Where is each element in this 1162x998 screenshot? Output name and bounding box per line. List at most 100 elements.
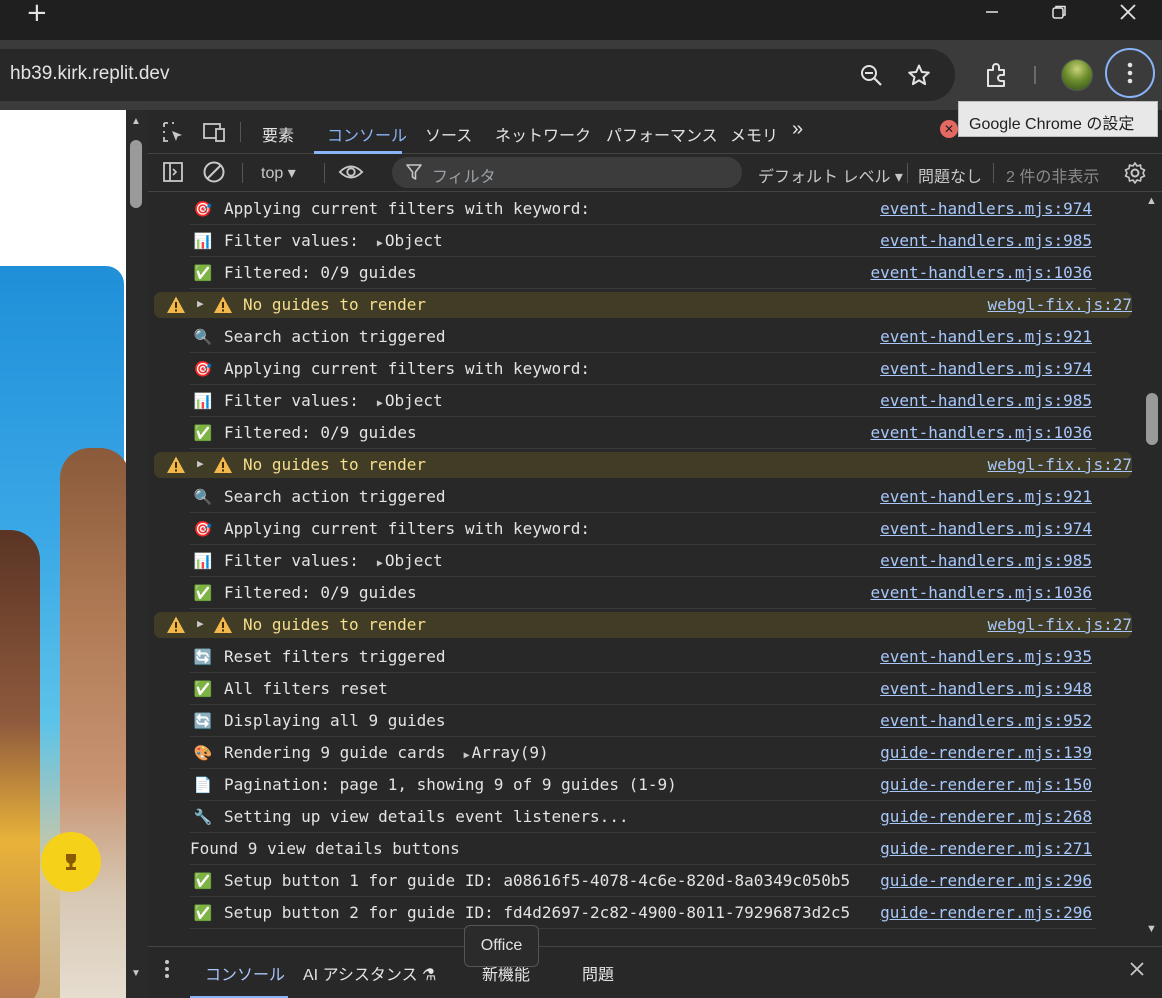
console-log-row[interactable]: 🎨 Rendering 9 guide cards ▶ Array(9) guide-r… xyxy=(190,737,1096,769)
source-link[interactable]: event-handlers.mjs:935 xyxy=(880,647,1092,666)
expand-object-triangle-icon[interactable]: ▶ xyxy=(377,558,383,569)
console-log-row[interactable]: 🎯 Applying current filters with keyword: e… xyxy=(190,513,1096,545)
source-link[interactable]: event-handlers.mjs:952 xyxy=(880,711,1092,730)
source-link[interactable]: event-handlers.mjs:921 xyxy=(880,327,1092,346)
console-log-row[interactable]: 🔍 Search action triggered event-handlers.m… xyxy=(190,481,1096,513)
drawer-menu-icon[interactable] xyxy=(164,959,170,984)
source-link[interactable]: guide-renderer.mjs:268 xyxy=(880,807,1092,826)
console-log-row[interactable]: 🔄 Displaying all 9 guides event-handlers.m… xyxy=(190,705,1096,737)
console-log-row[interactable]: ✅ Filtered: 0/9 guides event-handlers.mjs:… xyxy=(190,417,1096,449)
console-log-row[interactable]: 📊 Filter values: ▶ Object event-handlers.mjs… xyxy=(190,545,1096,577)
console-log-row[interactable]: ✅ All filters reset event-handlers.mjs:948 xyxy=(190,673,1096,705)
profile-avatar[interactable] xyxy=(1061,59,1093,91)
bookmark-star-icon[interactable] xyxy=(906,62,932,88)
device-toolbar-icon[interactable] xyxy=(201,119,227,145)
source-link[interactable]: event-handlers.mjs:985 xyxy=(880,391,1092,410)
console-log-row[interactable]: ✅ Setup button 1 for guide ID: a08616f5-4… xyxy=(190,865,1096,897)
console-log-row[interactable]: 🔧 Setting up view details event listeners… xyxy=(190,801,1096,833)
new-tab-button[interactable]: + xyxy=(26,0,48,28)
source-link[interactable]: event-handlers.mjs:985 xyxy=(880,551,1092,570)
source-link[interactable]: event-handlers.mjs:985 xyxy=(880,231,1092,250)
console-scrollbar[interactable]: ▲ ▼ xyxy=(1144,193,1162,945)
chrome-menu-button[interactable] xyxy=(1105,48,1155,98)
console-warning-row[interactable]: ▶ No guides to render webgl-fix.js:27 xyxy=(154,612,1132,638)
console-scroll-thumb[interactable] xyxy=(1146,393,1158,445)
live-expression-eye-icon[interactable] xyxy=(338,159,364,185)
close-drawer-icon[interactable] xyxy=(1128,960,1146,983)
error-count-icon[interactable]: ✕ xyxy=(940,120,958,138)
console-messages[interactable]: 🎯 Applying current filters with keyword: e… xyxy=(148,193,1144,945)
page-viewport[interactable] xyxy=(0,110,126,998)
filter-input[interactable]: フィルタ xyxy=(392,157,742,188)
inspect-element-icon[interactable] xyxy=(160,119,186,145)
source-link[interactable]: event-handlers.mjs:974 xyxy=(880,199,1092,218)
scroll-down-arrow-icon[interactable]: ▼ xyxy=(131,968,141,979)
source-link[interactable]: guide-renderer.mjs:296 xyxy=(880,871,1092,890)
console-log-row[interactable]: 🔄 Reset filters triggered event-handlers.m… xyxy=(190,641,1096,673)
source-link[interactable]: event-handlers.mjs:974 xyxy=(880,359,1092,378)
source-link[interactable]: event-handlers.mjs:1036 xyxy=(870,263,1092,282)
tab-console[interactable]: コンソール xyxy=(327,122,407,146)
tab-performance[interactable]: パフォーマンス xyxy=(606,122,718,146)
source-link[interactable]: event-handlers.mjs:948 xyxy=(880,679,1092,698)
drawer-tab-ai-assistance[interactable]: AI アシスタンス ⚗ xyxy=(303,961,436,985)
console-log-row[interactable]: ✅ Filtered: 0/9 guides event-handlers.mjs:… xyxy=(190,257,1096,289)
scroll-up-arrow-icon[interactable]: ▲ xyxy=(1146,195,1157,207)
tab-memory[interactable]: メモリ xyxy=(730,122,778,146)
console-log-row[interactable]: 🔍 Search action triggered event-handlers.m… xyxy=(190,321,1096,353)
restore-button[interactable] xyxy=(1036,0,1082,24)
expand-object-triangle-icon[interactable]: ▶ xyxy=(377,398,383,409)
extensions-puzzle-icon[interactable] xyxy=(983,61,1011,89)
minimize-button[interactable] xyxy=(969,0,1015,24)
drawer-tab-issues[interactable]: 問題 xyxy=(582,961,614,985)
omnibox[interactable]: hb39.kirk.replit.dev xyxy=(0,49,955,101)
source-link[interactable]: event-handlers.mjs:1036 xyxy=(870,423,1092,442)
tab-sources[interactable]: ソース xyxy=(425,122,472,146)
expand-triangle-icon[interactable]: ▶ xyxy=(197,457,204,470)
source-link[interactable]: guide-renderer.mjs:139 xyxy=(880,743,1092,762)
source-link[interactable]: webgl-fix.js:27 xyxy=(988,455,1133,474)
console-log-row[interactable]: Found 9 view details buttons guide-render… xyxy=(190,833,1096,865)
console-log-row[interactable]: 🎯 Applying current filters with keyword: e… xyxy=(190,193,1096,225)
source-link[interactable]: webgl-fix.js:27 xyxy=(988,615,1133,634)
tab-elements[interactable]: 要素 xyxy=(262,122,294,146)
log-object-preview[interactable]: Object xyxy=(385,231,443,250)
source-link[interactable]: event-handlers.mjs:921 xyxy=(880,487,1092,506)
source-link[interactable]: webgl-fix.js:27 xyxy=(988,295,1133,314)
tab-network[interactable]: ネットワーク xyxy=(495,122,591,146)
clear-console-icon[interactable] xyxy=(201,159,227,185)
source-link[interactable]: guide-renderer.mjs:150 xyxy=(880,775,1092,794)
expand-object-triangle-icon[interactable]: ▶ xyxy=(464,750,470,761)
console-warning-row[interactable]: ▶ No guides to render webgl-fix.js:27 xyxy=(154,452,1132,478)
context-select[interactable]: top ▾ xyxy=(261,163,296,183)
console-log-row[interactable]: 📄 Pagination: page 1, showing 9 of 9 guid… xyxy=(190,769,1096,801)
log-object-preview[interactable]: Array(9) xyxy=(472,743,549,762)
zoom-icon[interactable] xyxy=(858,62,884,88)
page-scroll-thumb[interactable] xyxy=(130,140,142,208)
trophy-button[interactable] xyxy=(41,832,101,892)
console-log-row[interactable]: ✅ Filtered: 0/9 guides event-handlers.mjs:… xyxy=(190,577,1096,609)
console-log-row[interactable]: 📊 Filter values: ▶ Object event-handlers.mjs… xyxy=(190,385,1096,417)
source-link[interactable]: guide-renderer.mjs:296 xyxy=(880,903,1092,922)
log-level-select[interactable]: デフォルト レベル ▾ xyxy=(758,163,903,187)
console-log-row[interactable]: 📊 Filter values: ▶ Object event-handlers.mjs… xyxy=(190,225,1096,257)
issues-counter[interactable]: 問題なし xyxy=(918,163,982,187)
console-log-row[interactable]: 🎯 Applying current filters with keyword: e… xyxy=(190,353,1096,385)
source-link[interactable]: event-handlers.mjs:1036 xyxy=(870,583,1092,602)
more-tabs-chevron-icon[interactable]: » xyxy=(792,118,803,141)
log-object-preview[interactable]: Object xyxy=(385,551,443,570)
expand-triangle-icon[interactable]: ▶ xyxy=(197,617,204,630)
expand-object-triangle-icon[interactable]: ▶ xyxy=(377,238,383,249)
close-window-button[interactable] xyxy=(1105,0,1151,24)
console-warning-row[interactable]: ▶ No guides to render webgl-fix.js:27 xyxy=(154,292,1132,318)
scroll-up-arrow-icon[interactable]: ▲ xyxy=(131,116,141,127)
page-scrollbar[interactable]: ▲ ▼ xyxy=(126,110,148,998)
log-object-preview[interactable]: Object xyxy=(385,391,443,410)
scroll-down-arrow-icon[interactable]: ▼ xyxy=(1146,923,1157,935)
source-link[interactable]: event-handlers.mjs:974 xyxy=(880,519,1092,538)
console-log-row[interactable]: ✅ Setup button 2 for guide ID: fd4d2697-2… xyxy=(190,897,1096,929)
drawer-tab-console[interactable]: コンソール xyxy=(205,961,285,985)
expand-triangle-icon[interactable]: ▶ xyxy=(197,297,204,310)
source-link[interactable]: guide-renderer.mjs:271 xyxy=(880,839,1092,858)
url-text[interactable]: hb39.kirk.replit.dev xyxy=(10,63,169,85)
